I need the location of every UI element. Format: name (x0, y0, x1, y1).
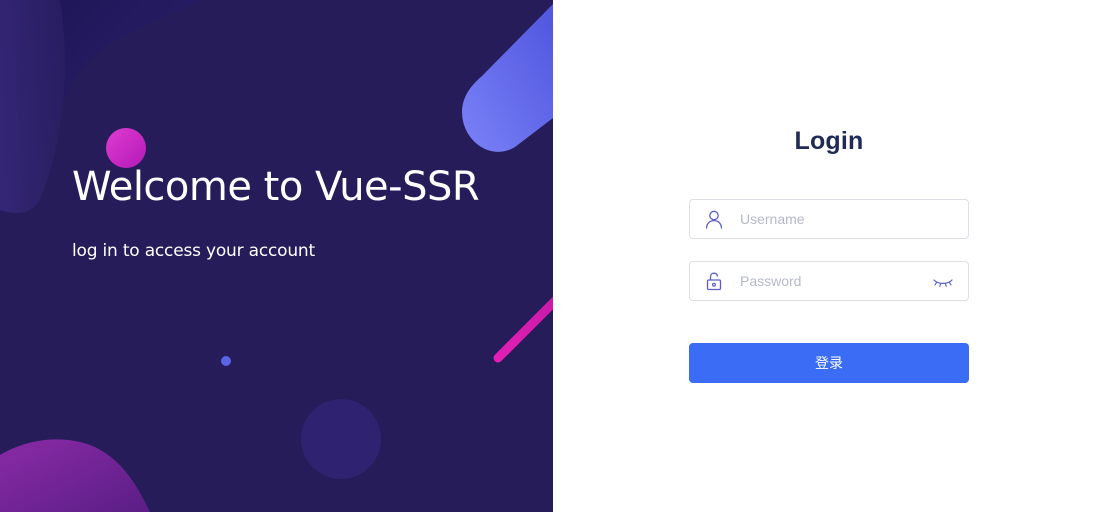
login-panel: Login 登录 (553, 0, 1104, 512)
username-field[interactable] (689, 199, 969, 239)
eye-closed-icon[interactable] (932, 275, 954, 289)
blue-dot-shape (221, 356, 231, 366)
login-title: Login (794, 127, 864, 155)
blue-pill-shape (462, 0, 553, 152)
welcome-title: Welcome to Vue-SSR (72, 164, 480, 210)
login-page: Welcome to Vue-SSR log in to access your… (0, 0, 1104, 512)
welcome-panel: Welcome to Vue-SSR log in to access your… (0, 0, 553, 512)
password-input[interactable] (740, 262, 920, 300)
welcome-subtitle: log in to access your account (72, 241, 315, 261)
password-field[interactable] (689, 261, 969, 301)
user-icon (705, 210, 723, 229)
pink-ball-shape (106, 128, 146, 168)
username-input[interactable] (740, 200, 920, 238)
bottom-blob-shape (0, 439, 150, 512)
left-edge-shape (0, 0, 65, 213)
faint-circle-shape (301, 399, 381, 479)
login-button[interactable]: 登录 (689, 343, 969, 383)
unlock-icon (706, 272, 722, 291)
pink-line-shape (493, 296, 553, 363)
